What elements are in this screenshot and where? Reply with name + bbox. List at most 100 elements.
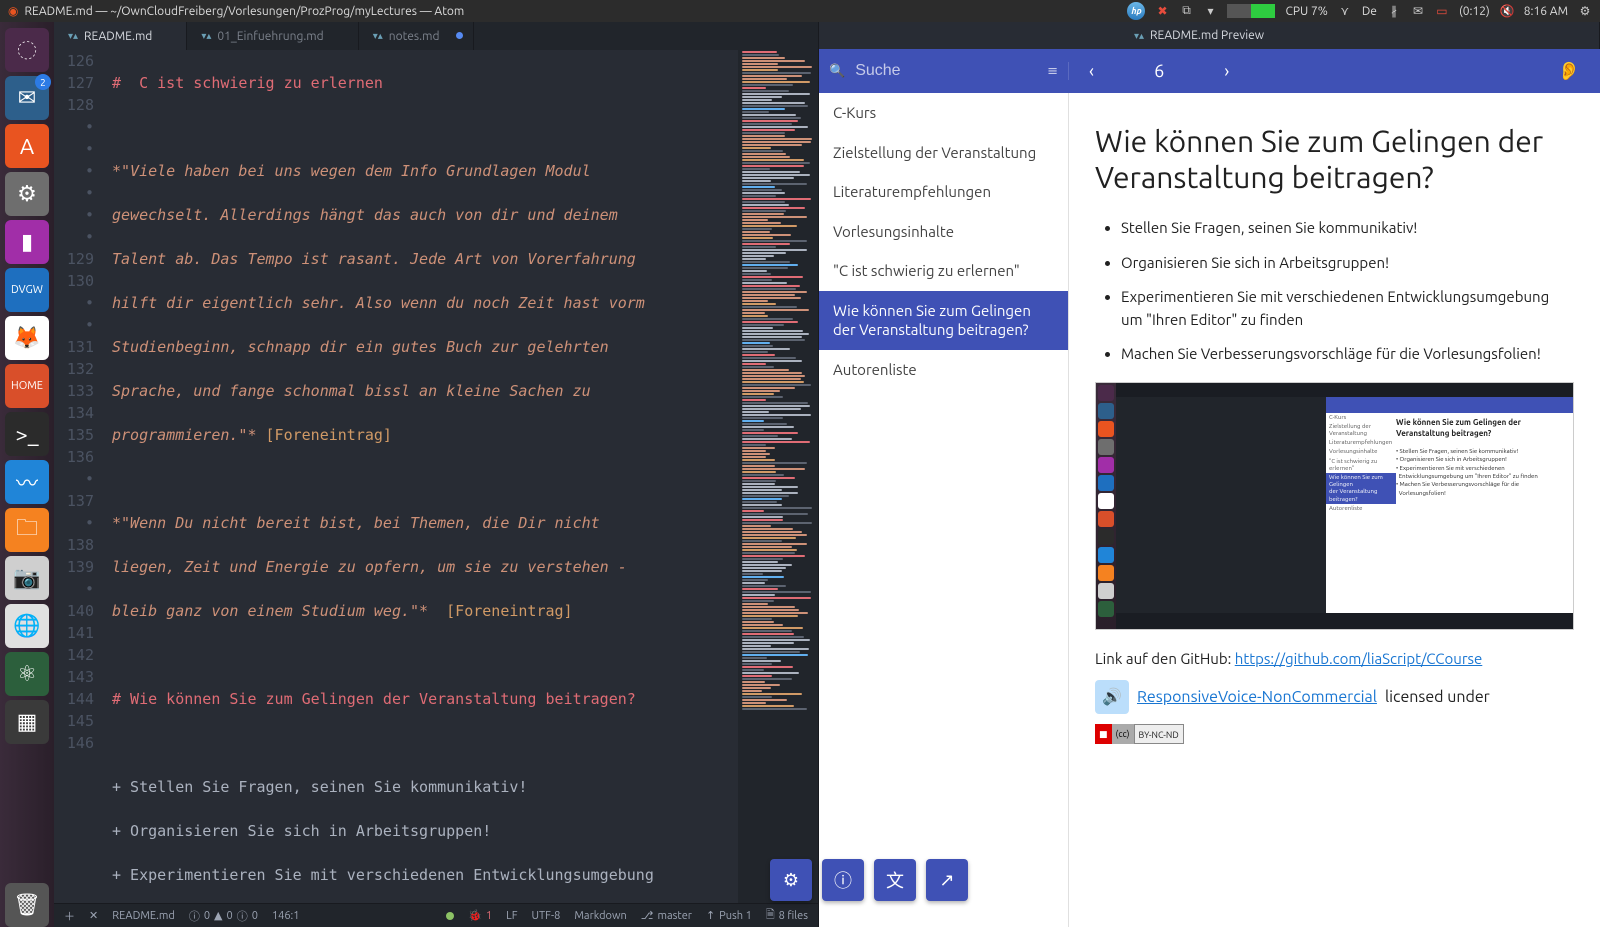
list-item: Stellen Sie Fragen, seinen Sie kommunika… xyxy=(1121,217,1574,240)
list-item: Machen Sie Verbesserungsvorschläge für d… xyxy=(1121,343,1574,366)
tab-bar-right: ▾▴README.md Preview xyxy=(819,22,1600,49)
settings-button[interactable]: ⚙ xyxy=(770,859,812,901)
text-editor[interactable]: 126127128••••••129130••13113213313413513… xyxy=(54,50,818,903)
dash-icon[interactable]: ◌ xyxy=(5,28,49,72)
app-dvgw-icon[interactable]: DVGW xyxy=(5,268,49,312)
menu-icon[interactable]: ≡ xyxy=(1047,64,1058,79)
project-files[interactable]: 🗎 8 files xyxy=(766,906,808,925)
info-button[interactable]: ⓘ xyxy=(822,859,864,901)
system-top-bar: ◉ README.md — ~/OwnCloudFreiberg/Vorlesu… xyxy=(0,0,1600,22)
rv-suffix: licensed under xyxy=(1385,685,1490,709)
sync-error-icon: ✖ xyxy=(1155,4,1169,18)
tab-einfuehrung[interactable]: ▾▴ 01_Einfuehrung.md xyxy=(187,22,358,50)
session-icon[interactable]: ⚙ xyxy=(1578,4,1592,18)
markdown-icon: ▾▴ xyxy=(201,30,211,42)
prev-page-icon[interactable]: ‹ xyxy=(1089,61,1094,81)
grammar[interactable]: Markdown xyxy=(574,910,626,922)
keyboard-lang[interactable]: De xyxy=(1362,5,1377,18)
settings-icon[interactable]: ⚙ xyxy=(5,172,49,216)
atom-icon[interactable]: ⚛ xyxy=(5,652,49,696)
markdown-icon: ▾▴ xyxy=(68,30,78,42)
content-title: Wie können Sie zum Gelingen der Veransta… xyxy=(1095,123,1574,195)
toc-item[interactable]: Vorlesungsinhalte xyxy=(819,212,1068,252)
code-area[interactable]: # C ist schwierig zu erlernen *"Viele ha… xyxy=(102,50,738,903)
tab-label: README.md xyxy=(84,30,152,43)
list-item: Experimentieren Sie mit verschiedenen En… xyxy=(1121,286,1574,331)
ubuntu-logo-icon: ◉ xyxy=(8,4,18,18)
search-icon[interactable]: 🔍 xyxy=(829,64,845,79)
trash-icon[interactable]: 🗑 xyxy=(5,883,49,927)
minimap[interactable] xyxy=(738,50,818,903)
cc-license-badge: ■(cc)BY-NC-ND xyxy=(1095,724,1184,744)
preview-header: 🔍 ≡ ‹ 6 › 👂 xyxy=(819,49,1600,93)
bug-count[interactable]: 🐞 1 xyxy=(468,909,492,922)
tab-label: 01_Einfuehrung.md xyxy=(217,30,323,43)
status-ok-icon xyxy=(446,912,454,920)
git-push[interactable]: ↑ Push 1 xyxy=(706,909,752,922)
toc-item[interactable]: C-Kurs xyxy=(819,93,1068,133)
firefox-icon[interactable]: 🦊 xyxy=(5,316,49,360)
list-item: Organisieren Sie sich in Arbeitsgruppen! xyxy=(1121,252,1574,275)
toc-item-active[interactable]: Wie können Sie zum Gelingen der Veransta… xyxy=(819,291,1068,350)
camera-icon[interactable]: 📷 xyxy=(5,556,49,600)
cpu-meter xyxy=(1227,4,1275,18)
cursor-position[interactable]: 146:1 xyxy=(272,910,300,922)
software-center-icon[interactable]: A xyxy=(5,124,49,168)
window-title: README.md — ~/OwnCloudFreiberg/Vorlesung… xyxy=(24,5,464,18)
git-branch[interactable]: ⎇ master xyxy=(641,909,692,922)
tab-notes[interactable]: ▾▴ notes.md xyxy=(359,22,475,50)
line-ending[interactable]: LF xyxy=(506,910,517,922)
page-number: 6 xyxy=(1154,61,1164,81)
new-file-icon[interactable]: ＋ xyxy=(64,908,75,924)
encoding[interactable]: UTF-8 xyxy=(532,910,561,922)
line-gutter: 126127128••••••129130••13113213313413513… xyxy=(54,50,102,903)
tab-label: notes.md xyxy=(389,30,440,43)
app-purple-icon[interactable]: ▮ xyxy=(5,220,49,264)
linter-status[interactable]: ⓘ 0 ▲ 0 ⓘ 0 xyxy=(189,908,258,924)
share-button[interactable]: ↗ xyxy=(926,859,968,901)
markdown-icon: ▾▴ xyxy=(373,30,383,42)
table-of-contents: C-Kurs Zielstellung der Veranstaltung Li… xyxy=(819,93,1069,927)
files-icon[interactable]: 🗀 xyxy=(5,508,49,552)
terminal-icon[interactable]: >_ xyxy=(5,412,49,456)
translate-button[interactable]: 文 xyxy=(874,859,916,901)
wifi-icon: ⋎ xyxy=(1338,4,1352,18)
clock[interactable]: 8:16 AM xyxy=(1524,5,1568,18)
hp-icon: hp xyxy=(1127,2,1145,20)
app-blue-icon[interactable]: 🌐 xyxy=(5,604,49,648)
status-filename[interactable]: README.md xyxy=(112,910,175,922)
toc-item[interactable]: "C ist schwierig zu erlernen" xyxy=(819,251,1068,291)
toc-item[interactable]: Zielstellung der Veranstaltung xyxy=(819,133,1068,173)
thunderbird-icon[interactable]: ✉2 xyxy=(5,76,49,120)
mail-icon[interactable]: ✉ xyxy=(1411,4,1425,18)
search-input[interactable] xyxy=(855,62,1015,80)
workspace-switcher-icon[interactable]: ▦ xyxy=(5,700,49,744)
preview-content: Wie können Sie zum Gelingen der Veransta… xyxy=(1069,93,1600,927)
tab-readme[interactable]: ▾▴ README.md xyxy=(54,22,187,50)
responsive-voice-banner: 🔊 ResponsiveVoice-NonCommercial licensed… xyxy=(1095,670,1574,720)
tab-bar-left: ▾▴ README.md ▾▴ 01_Einfuehrung.md ▾▴ notes.… xyxy=(54,22,818,50)
battery-icon: ▭ xyxy=(1435,4,1449,18)
editor-pane: ▾▴ README.md ▾▴ 01_Einfuehrung.md ▾▴ notes.… xyxy=(54,22,819,927)
ear-icon[interactable]: 👂 xyxy=(1558,61,1580,82)
speaker-icon[interactable]: 🔊 xyxy=(1095,680,1129,714)
toc-item[interactable]: Literaturempfehlungen xyxy=(819,172,1068,212)
triangle-icon: ▾ xyxy=(1203,4,1217,18)
next-page-icon[interactable]: › xyxy=(1224,61,1229,81)
monitor-icon[interactable]: 〰 xyxy=(5,460,49,504)
battery-time: (0:12) xyxy=(1459,5,1490,18)
modified-dot-icon xyxy=(456,32,463,39)
app-home-icon[interactable]: HOME xyxy=(5,364,49,408)
github-link-para: Link auf den GitHub: https://github.com/… xyxy=(1095,648,1574,671)
rv-link[interactable]: ResponsiveVoice-NonCommercial xyxy=(1137,685,1377,709)
status-bar: ＋ ✕ README.md ⓘ 0 ▲ 0 ⓘ 0 146:1 🐞 1 LF U… xyxy=(54,903,818,927)
screenshot-image: C-KursZielstellung derVeranstaltungLiter… xyxy=(1095,382,1574,630)
toc-item[interactable]: Autorenliste xyxy=(819,350,1068,390)
mail-badge: 2 xyxy=(35,74,51,90)
close-icon[interactable]: ✕ xyxy=(89,909,98,922)
github-link[interactable]: https://github.com/liaScript/CCourse xyxy=(1235,650,1483,667)
preview-pane: ▾▴README.md Preview 🔍 ≡ ‹ 6 › 👂 xyxy=(819,22,1600,927)
volume-icon[interactable]: 🔇 xyxy=(1500,4,1514,18)
bluetooth-icon: ∦ xyxy=(1387,4,1401,18)
tab-preview[interactable]: ▾▴README.md Preview xyxy=(819,22,1600,49)
